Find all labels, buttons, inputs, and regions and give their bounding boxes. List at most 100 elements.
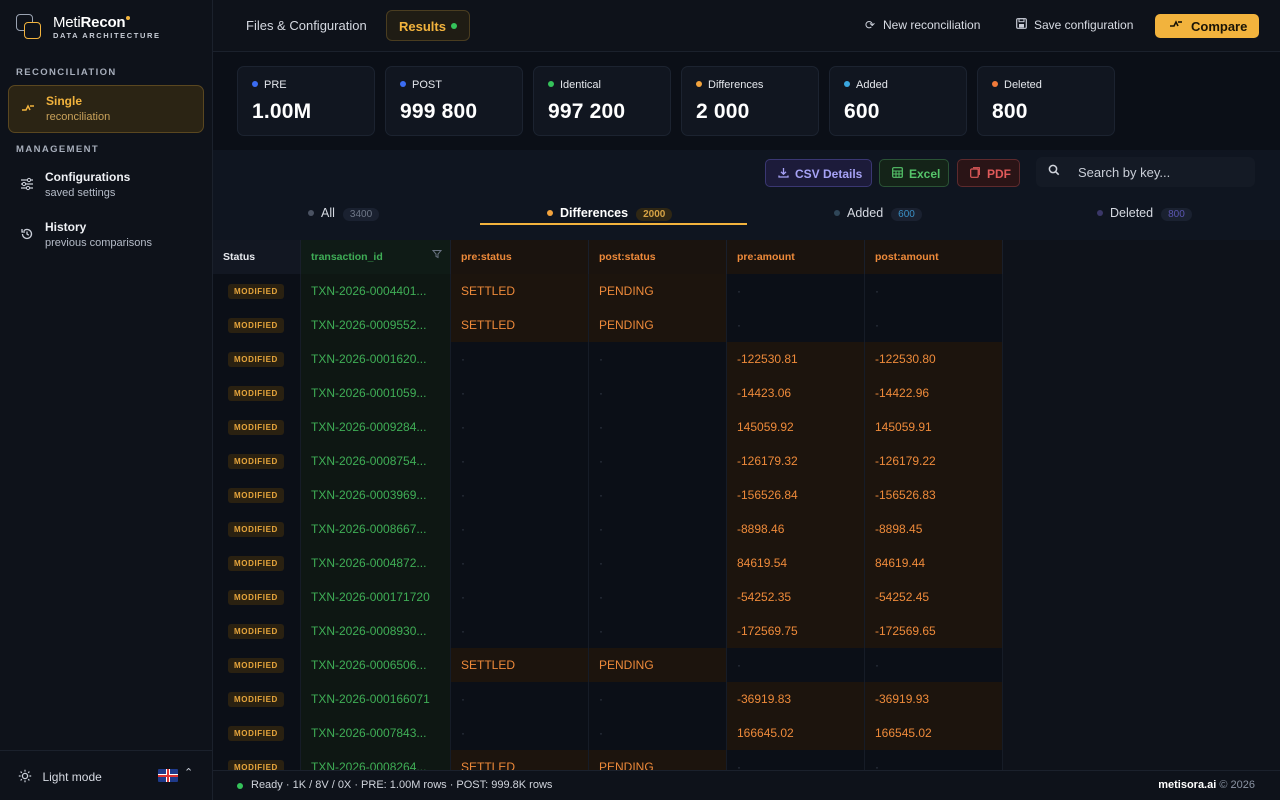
cell-status: MODIFIED bbox=[213, 274, 301, 308]
cell-post-status: PENDING bbox=[589, 648, 727, 682]
cell-pre-amount: · bbox=[727, 308, 865, 342]
table-row[interactable]: MODIFIED TXN-2026-0008667... · · -8898.46 -88… bbox=[213, 512, 1003, 546]
tab-label: All bbox=[321, 206, 335, 220]
column-header-transaction-id[interactable]: transaction_id bbox=[301, 240, 451, 274]
cell-post-amount: -14422.96 bbox=[865, 376, 1003, 410]
cell-transaction-id: TXN-2026-0009284... bbox=[301, 410, 451, 444]
stats-panel: PRE 1.00M POST 999 800 Identical 997 200… bbox=[213, 52, 1280, 150]
cell-post-status: · bbox=[589, 546, 727, 580]
table-row[interactable]: MODIFIED TXN-2026-0008264... SETTLED PENDIN… bbox=[213, 750, 1003, 770]
column-header-status[interactable]: Status bbox=[213, 240, 301, 274]
tab-results-label: Results bbox=[399, 19, 446, 34]
cell-transaction-id: TXN-2026-0001059... bbox=[301, 376, 451, 410]
table-row[interactable]: MODIFIED TXN-2026-0001620... · · -122530.81-… bbox=[213, 342, 1003, 376]
tab-added[interactable]: Added 600 bbox=[834, 206, 922, 228]
tab-results[interactable]: Results bbox=[386, 10, 470, 41]
save-configuration-button[interactable]: Save configuration bbox=[1014, 18, 1133, 32]
table-row[interactable]: MODIFIED TXN-2026-000166071 · · -36919.83 -36… bbox=[213, 682, 1003, 716]
cell-pre-status: SETTLED bbox=[451, 648, 589, 682]
cell-transaction-id: TXN-2026-0003969... bbox=[301, 478, 451, 512]
cell-post-status: PENDING bbox=[589, 308, 727, 342]
cell-transaction-id: TXN-2026-0004401... bbox=[301, 274, 451, 308]
search-input[interactable] bbox=[1078, 161, 1248, 183]
table-row[interactable]: MODIFIED TXN-2026-0004401... SETTLED PENDIN… bbox=[213, 274, 1003, 308]
table-row[interactable]: MODIFIED TXN-2026-0007843... · · 166645.02 16… bbox=[213, 716, 1003, 750]
cell-transaction-id: TXN-2026-0007843... bbox=[301, 716, 451, 750]
compare-button[interactable]: Compare bbox=[1155, 14, 1259, 38]
cell-pre-amount: -156526.84 bbox=[727, 478, 865, 512]
section-label-reconciliation: RECONCILIATION bbox=[16, 67, 117, 78]
cell-pre-status: · bbox=[451, 512, 589, 546]
pdf-button[interactable]: PDF bbox=[957, 159, 1020, 187]
top-bar: Files & Configuration Results ⟳ New recon… bbox=[213, 0, 1280, 52]
column-header-pre-status[interactable]: pre:status bbox=[451, 240, 589, 274]
stat-value: 2 000 bbox=[696, 100, 750, 123]
tab-dot bbox=[308, 210, 314, 216]
table-empty-area bbox=[1003, 240, 1280, 770]
cell-pre-amount: -122530.81 bbox=[727, 342, 865, 376]
csv-details-label: CSV Details bbox=[795, 167, 863, 181]
search-field[interactable] bbox=[1036, 157, 1255, 187]
column-header-post-status[interactable]: post:status bbox=[589, 240, 727, 274]
table-row[interactable]: MODIFIED TXN-2026-0003969... · · -156526.84-… bbox=[213, 478, 1003, 512]
stat-label: Differences bbox=[708, 79, 764, 91]
new-reconciliation-label: New reconciliation bbox=[883, 18, 981, 32]
stat-label: Deleted bbox=[1004, 79, 1042, 91]
cell-post-amount: -36919.93 bbox=[865, 682, 1003, 716]
cell-transaction-id: TXN-2026-0008930... bbox=[301, 614, 451, 648]
table-row[interactable]: MODIFIED TXN-2026-0004872... · · 84619.54 846… bbox=[213, 546, 1003, 580]
cell-status: MODIFIED bbox=[213, 546, 301, 580]
cell-pre-amount: 84619.54 bbox=[727, 546, 865, 580]
cell-pre-amount: -8898.46 bbox=[727, 512, 865, 546]
logo-icon bbox=[16, 14, 42, 40]
csv-details-button[interactable]: CSV Details bbox=[765, 159, 872, 187]
sidebar-item-single-reconciliation[interactable]: Single reconciliation bbox=[8, 85, 204, 133]
sidebar-item-subtitle: previous comparisons bbox=[45, 237, 152, 249]
table-row[interactable]: MODIFIED TXN-2026-0006506... SETTLED PENDIN… bbox=[213, 648, 1003, 682]
tab-deleted[interactable]: Deleted 800 bbox=[1097, 206, 1192, 228]
tab-files-configuration[interactable]: Files & Configuration bbox=[246, 18, 367, 33]
table-row[interactable]: MODIFIED TXN-2026-0001059... · · -14423.06 -1… bbox=[213, 376, 1003, 410]
stat-value: 999 800 bbox=[400, 100, 478, 123]
status-badge: MODIFIED bbox=[228, 386, 284, 401]
stat-card-differences: Differences 2 000 bbox=[681, 66, 819, 136]
status-dot bbox=[451, 23, 457, 29]
legend-dot bbox=[252, 81, 258, 87]
sidebar-item-title: History bbox=[45, 220, 87, 234]
tab-dot bbox=[547, 210, 553, 216]
excel-button[interactable]: Excel bbox=[879, 159, 949, 187]
cell-pre-amount: -126179.32 bbox=[727, 444, 865, 478]
sun-icon bbox=[18, 769, 32, 788]
sidebar-item-title: Configurations bbox=[45, 170, 131, 184]
column-header-post-amount[interactable]: post:amount bbox=[865, 240, 1003, 274]
tab-all[interactable]: All 3400 bbox=[308, 206, 380, 228]
status-badge: MODIFIED bbox=[228, 318, 284, 333]
excel-label: Excel bbox=[909, 167, 941, 181]
table-row[interactable]: MODIFIED TXN-2026-0008930... · · -172569.75-… bbox=[213, 614, 1003, 648]
table-row[interactable]: MODIFIED TXN-2026-0009552... SETTLED PENDIN… bbox=[213, 308, 1003, 342]
footer-brand-name: metisora.ai bbox=[1158, 779, 1217, 791]
results-toolbar: CSV Details Excel PDF All 3400 Difference… bbox=[213, 150, 1280, 240]
new-reconciliation-button[interactable]: ⟳ New reconciliation bbox=[863, 18, 980, 32]
cell-transaction-id: TXN-2026-0004872... bbox=[301, 546, 451, 580]
status-badge: MODIFIED bbox=[228, 488, 284, 503]
sidebar-item-history[interactable]: History previous comparisons bbox=[8, 212, 204, 260]
stat-value: 997 200 bbox=[548, 100, 626, 123]
status-text: Ready · 1K / 8V / 0X · PRE: 1.00M rows ·… bbox=[251, 779, 553, 791]
light-mode-toggle[interactable]: Light mode bbox=[18, 768, 102, 788]
status-badge: MODIFIED bbox=[228, 352, 284, 367]
sidebar-item-configurations[interactable]: Configurations saved settings bbox=[8, 162, 204, 210]
chevron-up-icon[interactable]: ⌃ bbox=[184, 766, 193, 779]
column-header-pre-amount[interactable]: pre:amount bbox=[727, 240, 865, 274]
cell-post-amount: · bbox=[865, 750, 1003, 770]
uk-flag-icon[interactable] bbox=[158, 769, 178, 782]
filter-icon[interactable] bbox=[431, 240, 443, 274]
cell-pre-amount: · bbox=[727, 274, 865, 308]
stat-label: PRE bbox=[264, 79, 287, 91]
table-row[interactable]: MODIFIED TXN-2026-0009284... · · 145059.92 14… bbox=[213, 410, 1003, 444]
light-mode-label: Light mode bbox=[42, 770, 102, 784]
table-row[interactable]: MODIFIED TXN-2026-000171720 · · -54252.35 -54… bbox=[213, 580, 1003, 614]
cell-post-status: · bbox=[589, 614, 727, 648]
table-row[interactable]: MODIFIED TXN-2026-0008754... · · -126179.32-… bbox=[213, 444, 1003, 478]
cell-post-status: PENDING bbox=[589, 274, 727, 308]
